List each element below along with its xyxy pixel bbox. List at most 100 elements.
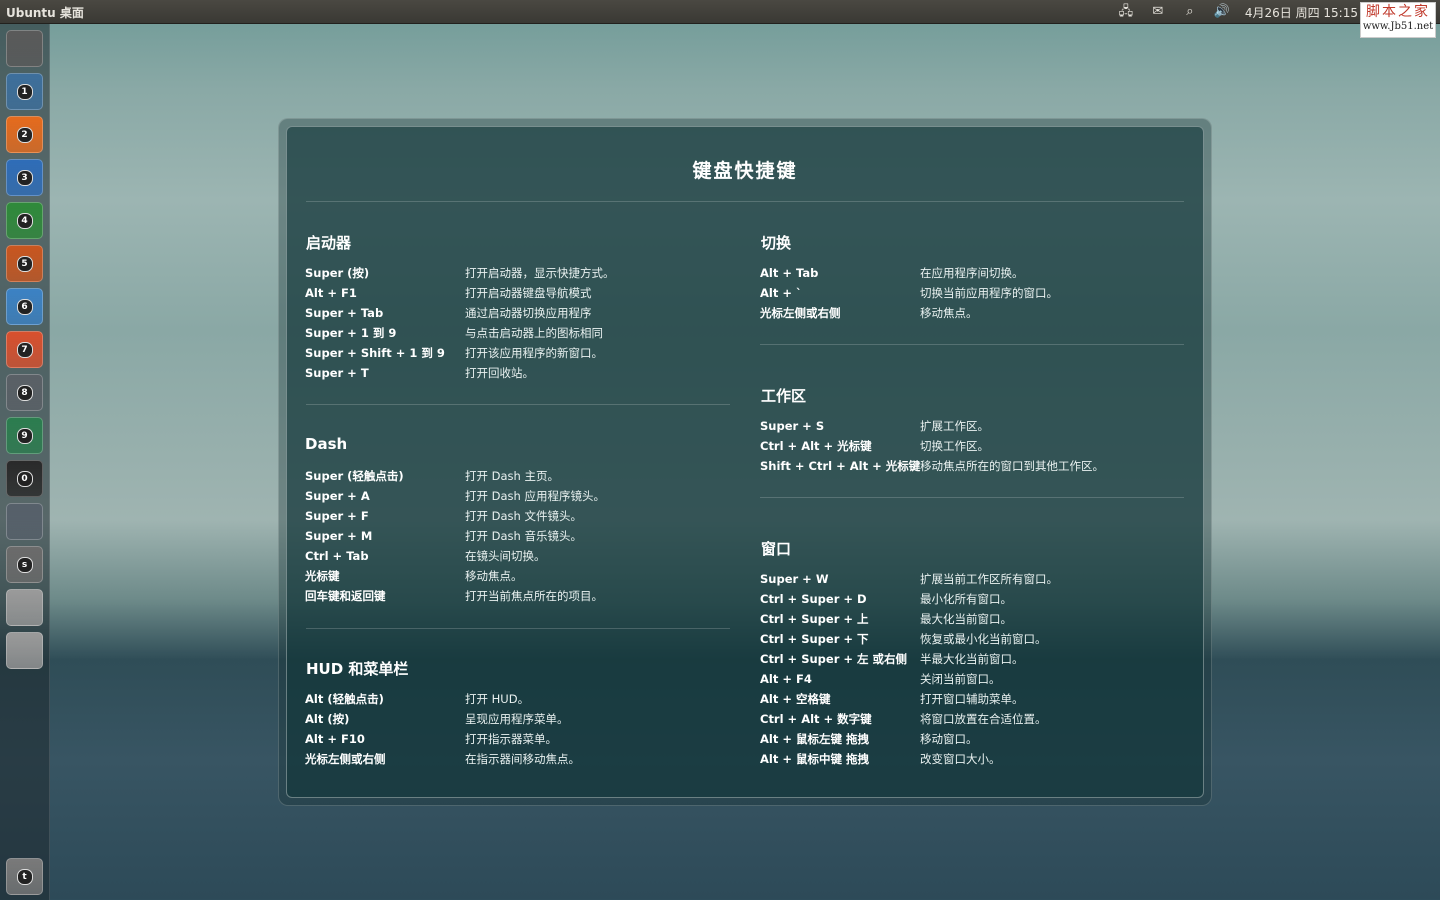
shortcut-key: Ctrl + Tab xyxy=(305,549,369,563)
shortcut-description: 切换工作区。 xyxy=(920,439,989,453)
shortcut-key: Super + A xyxy=(305,489,370,503)
shortcut-row: Super + Tab 通过启动器切换应用程序 xyxy=(305,303,725,323)
launcher-drive-2-icon[interactable] xyxy=(6,632,43,669)
launcher-shortcut-number: 0 xyxy=(16,470,33,487)
launcher-shortcuts: Super (按) 打开启动器，显示快捷方式。 Alt + F1 打开启动器键盘导航模… xyxy=(305,263,725,383)
launcher-shortcut-number: 9 xyxy=(16,427,33,444)
volume-icon[interactable]: 🔊 xyxy=(1213,5,1231,19)
launcher-files-icon[interactable]: 1 xyxy=(6,73,43,110)
mail-icon[interactable]: ✉ xyxy=(1149,5,1167,19)
shortcut-description: 与点击启动器上的图标相同 xyxy=(465,326,603,340)
shortcut-key: Ctrl + Alt + 光标键 xyxy=(760,439,872,453)
shortcut-key: Ctrl + Super + 下 xyxy=(760,632,869,646)
launcher-shortcut-number: s xyxy=(16,556,33,573)
shortcut-description: 呈现应用程序菜单。 xyxy=(465,712,569,726)
shortcut-description: 打开 Dash 应用程序镜头。 xyxy=(465,489,605,503)
shortcut-row: Alt + 鼠标中键 拖拽 改变窗口大小。 xyxy=(760,749,1180,769)
shortcut-key: Shift + Ctrl + Alt + 光标键 xyxy=(760,459,921,473)
launcher-shortcut-number: 2 xyxy=(16,126,33,143)
shortcut-key: Super + F xyxy=(305,509,369,523)
shortcut-description: 移动窗口。 xyxy=(920,732,978,746)
launcher-trash-icon[interactable]: t xyxy=(6,858,43,895)
shortcut-key: Super (按) xyxy=(305,266,370,280)
switching-shortcuts: Alt + Tab 在应用程序间切换。 Alt + ` 切换当前应用程序的窗口。光标左… xyxy=(760,263,1180,323)
shortcut-description: 改变窗口大小。 xyxy=(920,752,1001,766)
shortcut-key: Alt + 鼠标左键 拖拽 xyxy=(760,732,869,746)
shortcut-row: Super + T 打开回收站。 xyxy=(305,363,725,383)
clock[interactable]: 4月26日 周四 15:15 xyxy=(1245,4,1358,21)
shortcut-description: 打开启动器键盘导航模式 xyxy=(465,286,592,300)
shortcut-description: 打开回收站。 xyxy=(465,366,534,380)
shortcut-key: Alt + 鼠标中键 拖拽 xyxy=(760,752,869,766)
shortcut-key: 光标键 xyxy=(305,569,340,583)
launcher-shortcut-number: t xyxy=(16,868,33,885)
shortcut-row: Ctrl + Super + 上 最大化当前窗口。 xyxy=(760,609,1180,629)
shortcut-key: Alt (轻触点击) xyxy=(305,692,384,706)
launcher-system-settings-icon[interactable]: 8 xyxy=(6,374,43,411)
search-icon[interactable]: ⌕ xyxy=(1181,5,1199,19)
launcher-terminal-icon[interactable]: 0 xyxy=(6,460,43,497)
shortcut-row: Alt + 鼠标左键 拖拽 移动窗口。 xyxy=(760,729,1180,749)
shortcut-key: Ctrl + Super + 左 或右侧 xyxy=(760,652,908,666)
dash-shortcuts: Super (轻触点击) 打开 Dash 主页。 Super + A 打开 Dash … xyxy=(305,466,725,606)
shortcut-description: 移动焦点所在的窗口到其他工作区。 xyxy=(920,459,1104,473)
shortcut-key: 光标左侧或右侧 xyxy=(760,306,841,320)
launcher-tools-icon[interactable] xyxy=(6,503,43,540)
shortcut-description: 最大化当前窗口。 xyxy=(920,612,1012,626)
launcher-shortcut-number: 7 xyxy=(16,341,33,358)
shortcut-description: 在指示器间移动焦点。 xyxy=(465,752,580,766)
launcher-libreoffice-impress-icon[interactable]: 5 xyxy=(6,245,43,282)
launcher-software-center-icon[interactable]: 6 xyxy=(6,288,43,325)
shortcut-key: Super + Shift + 1 到 9 xyxy=(305,346,445,360)
shortcut-key: 回车键和返回键 xyxy=(305,589,386,603)
top-panel: Ubuntu 桌面 🖧 ✉ ⌕ 🔊 4月26日 周四 15:15 脚本之家 ww… xyxy=(0,0,1440,38)
section-divider xyxy=(760,344,1184,345)
shortcut-key: Alt + Tab xyxy=(760,266,819,280)
shortcut-description: 移动焦点。 xyxy=(920,306,978,320)
launcher-shortcut-number: 6 xyxy=(16,298,33,315)
shortcut-row: Alt + ` 切换当前应用程序的窗口。 xyxy=(760,283,1180,303)
shortcut-row: Alt + F1 打开启动器键盘导航模式 xyxy=(305,283,725,303)
shortcut-description: 半最大化当前窗口。 xyxy=(920,652,1024,666)
shortcut-description: 扩展当前工作区所有窗口。 xyxy=(920,572,1058,586)
shortcut-row: Alt + 空格键 打开窗口辅助菜单。 xyxy=(760,689,1180,709)
shortcut-row: Shift + Ctrl + Alt + 光标键 移动焦点所在的窗口到其他工作区。 xyxy=(760,456,1180,476)
launcher-workspace-switcher-icon[interactable]: 9 xyxy=(6,417,43,454)
section-title-windows: 窗口 xyxy=(761,540,792,558)
launcher-libreoffice-calc-icon[interactable]: 4 xyxy=(6,202,43,239)
shortcut-description: 打开 Dash 文件镜头。 xyxy=(465,509,582,523)
shortcut-key: Super (轻触点击) xyxy=(305,469,404,483)
shortcut-key: Alt + ` xyxy=(760,286,802,300)
shortcut-row: Super + S 扩展工作区。 xyxy=(760,416,1180,436)
shortcut-row: 光标左侧或右侧 在指示器间移动焦点。 xyxy=(305,749,725,769)
shortcut-key: Alt + F1 xyxy=(305,286,357,300)
shortcut-row: Ctrl + Super + D 最小化所有窗口。 xyxy=(760,589,1180,609)
section-divider xyxy=(760,497,1184,498)
launcher-drive-1-icon[interactable] xyxy=(6,589,43,626)
launcher-save-disk-icon[interactable]: s xyxy=(6,546,43,583)
shortcut-description: 关闭当前窗口。 xyxy=(920,672,1001,686)
shortcut-description: 在应用程序间切换。 xyxy=(920,266,1024,280)
network-icon[interactable]: 🖧 xyxy=(1117,5,1135,19)
shortcut-key: Ctrl + Super + D xyxy=(760,592,867,606)
section-title-launcher: 启动器 xyxy=(306,234,352,252)
shortcut-description: 打开该应用程序的新窗口。 xyxy=(465,346,603,360)
launcher-dash-home-icon[interactable] xyxy=(6,30,43,67)
indicator-area: 🖧 ✉ ⌕ 🔊 4月26日 周四 15:15 xyxy=(1117,0,1358,24)
section-title-switching: 切换 xyxy=(761,234,792,252)
shortcut-key: Alt + F10 xyxy=(305,732,365,746)
shortcut-description: 打开 Dash 主页。 xyxy=(465,469,559,483)
shortcut-row: Ctrl + Alt + 光标键 切换工作区。 xyxy=(760,436,1180,456)
launcher-shortcut-number: 4 xyxy=(16,212,33,229)
shortcut-row: Ctrl + Tab 在镜头间切换。 xyxy=(305,546,725,566)
shortcut-key: Super + S xyxy=(760,419,825,433)
shortcut-row: Alt (按) 呈现应用程序菜单。 xyxy=(305,709,725,729)
shortcut-key: Alt + 空格键 xyxy=(760,692,831,706)
launcher-firefox-icon[interactable]: 2 xyxy=(6,116,43,153)
shortcut-description: 将窗口放置在合适位置。 xyxy=(920,712,1047,726)
launcher-ubuntu-one-icon[interactable]: 7 xyxy=(6,331,43,368)
shortcut-row: Super + Shift + 1 到 9 打开该应用程序的新窗口。 xyxy=(305,343,725,363)
shortcut-key: Super + T xyxy=(305,366,369,380)
shortcut-description: 移动焦点。 xyxy=(465,569,523,583)
shortcut-row: 光标键 移动焦点。 xyxy=(305,566,725,586)
